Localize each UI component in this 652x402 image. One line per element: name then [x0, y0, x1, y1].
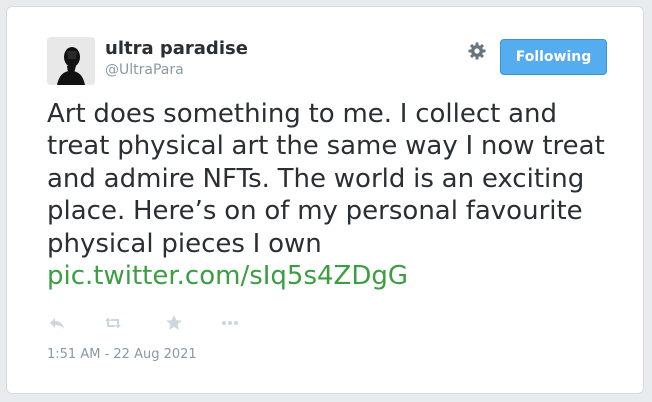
avatar[interactable] — [47, 37, 95, 85]
favorite-icon[interactable] — [164, 313, 184, 333]
tweet-body: Art does something to me. I collect and … — [47, 99, 605, 259]
retweet-icon[interactable] — [103, 313, 123, 333]
display-name[interactable]: ultra paradise — [105, 38, 248, 59]
tweet-card: ultra paradise @UltraPara Following Art … — [6, 6, 644, 394]
reply-icon[interactable] — [47, 313, 67, 333]
tweet-media-link[interactable]: pic.twitter.com/sIq5s4ZDgG — [47, 261, 408, 291]
avatar-image — [47, 37, 95, 85]
following-button[interactable]: Following — [500, 39, 607, 75]
user-handle[interactable]: @UltraPara — [105, 62, 184, 78]
tweet-text: Art does something to me. I collect and … — [47, 98, 617, 292]
tweet-timestamp[interactable]: 1:51 AM - 22 Aug 2021 — [47, 347, 197, 362]
gear-icon[interactable] — [467, 41, 487, 61]
more-icon[interactable] — [220, 313, 240, 333]
